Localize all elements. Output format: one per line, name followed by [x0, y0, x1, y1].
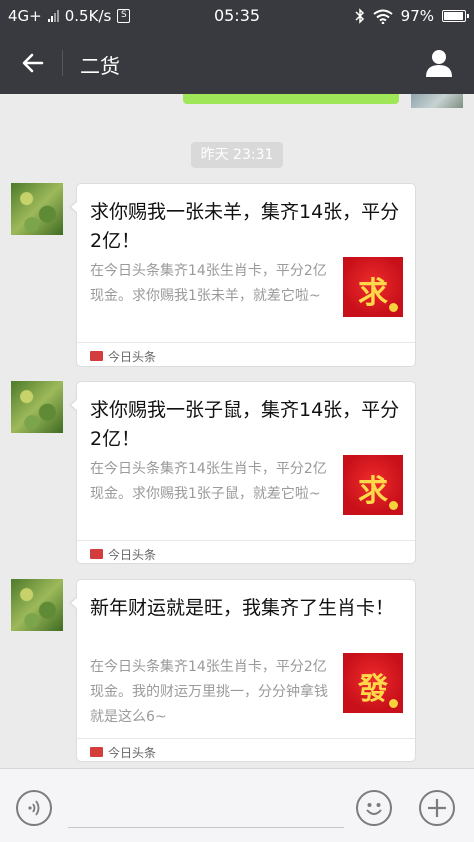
source-label: 今日头条: [108, 746, 157, 760]
card-title: 新年财运就是旺，我集齐了生肖卡！: [90, 597, 395, 619]
coin-icon: [389, 303, 398, 312]
card-source: 今日头条: [77, 342, 415, 369]
link-card-message[interactable]: 求你赐我一张未羊，集齐14张，平分2亿！ 在今日头条集齐14张生肖卡，平分2亿现…: [69, 183, 416, 369]
voice-icon: [28, 800, 40, 816]
coin-icon: [389, 501, 398, 510]
message-list[interactable]: 昨天 23:31 求你赐我一张未羊，集齐14张，平分2亿！ 在今日头条集齐14张…: [0, 94, 474, 768]
toutiao-logo-icon: [90, 351, 103, 361]
previous-message-bubble[interactable]: [183, 94, 399, 104]
friend-avatar[interactable]: [11, 381, 63, 433]
chat-info-button[interactable]: [422, 46, 456, 80]
emoji-icon: [366, 803, 382, 815]
card-source: 今日头条: [77, 738, 415, 765]
header-divider: [62, 50, 63, 76]
status-bar: 4G+ 0.5K/s S 05:35 97%: [0, 0, 474, 32]
friend-avatar[interactable]: [11, 183, 63, 235]
friend-avatar[interactable]: [11, 579, 63, 631]
card-title: 求你赐我一张子鼠，集齐14张，平分2亿！: [90, 399, 400, 450]
emoji-button[interactable]: [356, 790, 392, 826]
source-label: 今日头条: [108, 350, 157, 364]
chat-header: 二货: [0, 32, 474, 94]
card-source: 今日头条: [77, 540, 415, 567]
message-timestamp: 昨天 23:31: [191, 142, 283, 168]
message-input[interactable]: [68, 827, 344, 828]
voice-button[interactable]: [16, 790, 52, 826]
more-functions-button[interactable]: [419, 790, 455, 826]
card-title: 求你赐我一张未羊，集齐14张，平分2亿！: [90, 201, 400, 252]
toutiao-logo-icon: [90, 747, 103, 757]
battery-icon: [442, 10, 469, 22]
coin-icon: [389, 699, 398, 708]
plus-icon: [428, 799, 446, 817]
card-thumbnail: 發: [343, 653, 403, 713]
card-description: 在今日头条集齐14张生肖卡，平分2亿现金。求你赐我1张未羊，就差它啦~: [90, 263, 327, 304]
my-avatar[interactable]: [411, 94, 463, 108]
toutiao-logo-icon: [90, 549, 103, 559]
input-bar: [0, 768, 474, 842]
card-description: 在今日头条集齐14张生肖卡，平分2亿现金。我的财运万里挑一，分分钟拿钱就是这么6…: [90, 659, 328, 725]
card-thumbnail: 求: [343, 455, 403, 515]
source-label: 今日头条: [108, 548, 157, 562]
arrow-left-icon: [22, 53, 44, 73]
link-card-message[interactable]: 新年财运就是旺，我集齐了生肖卡！ 在今日头条集齐14张生肖卡，平分2亿现金。我的…: [69, 579, 416, 765]
person-icon: [426, 50, 452, 77]
back-button[interactable]: [12, 48, 52, 78]
card-description: 在今日头条集齐14张生肖卡，平分2亿现金。求你赐我1张子鼠，就差它啦~: [90, 461, 327, 502]
link-card-message[interactable]: 求你赐我一张子鼠，集齐14张，平分2亿！ 在今日头条集齐14张生肖卡，平分2亿现…: [69, 381, 416, 567]
bluetooth-icon: [355, 8, 364, 24]
wifi-icon: [373, 9, 393, 24]
status-right: 97%: [355, 7, 469, 25]
chat-title: 二货: [80, 54, 120, 78]
card-thumbnail: 求: [343, 257, 403, 317]
battery-percent: 97%: [400, 7, 434, 25]
